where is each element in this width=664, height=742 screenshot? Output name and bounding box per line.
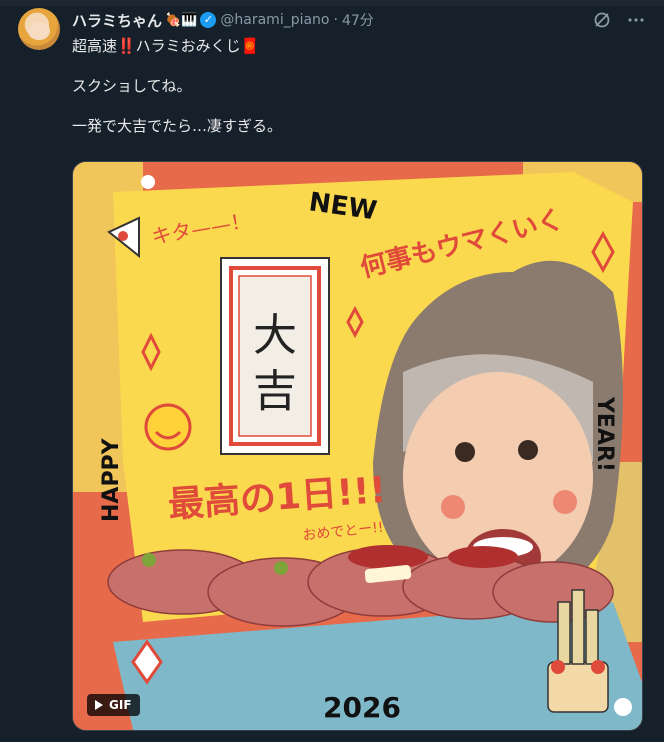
author-handle[interactable]: @harami_piano [220, 12, 329, 28]
text-year-number: 2026 [323, 691, 401, 724]
meta-separator: · [333, 12, 338, 28]
post-text-line: 一発で大吉でたら…凄すぎる。 [72, 117, 283, 135]
post-text: 超高速‼️ハラミおみくじ🧧 スクショしてね。 一発で大吉でたら…凄すぎる。 [72, 36, 632, 156]
media-illustration: 大 吉 NEW キタ——！ 何事もウマくいく HAPPY YEAR! 最高の1日… [73, 162, 642, 730]
post-actions-top [592, 10, 646, 30]
omikuji-card-bottom: 吉 [253, 366, 297, 417]
post-text-line: スクショしてね。 [72, 77, 192, 95]
post-media-gif[interactable]: 大 吉 NEW キタ——！ 何事もウマくいく HAPPY YEAR! 最高の1日… [72, 161, 643, 731]
gif-badge-label: GIF [109, 698, 132, 712]
gif-badge[interactable]: GIF [87, 694, 140, 716]
post-text-line: 超高速‼️ハラミおみくじ🧧 [72, 37, 260, 55]
previous-post-edge [0, 0, 664, 6]
avatar[interactable] [18, 8, 60, 50]
post-time[interactable]: 47分 [342, 10, 374, 30]
text-happy: HAPPY [99, 437, 124, 522]
more-icon[interactable] [626, 10, 646, 30]
author-name[interactable]: ハラミちゃん [72, 10, 162, 31]
grok-icon[interactable] [592, 10, 612, 30]
author-emoji: 🍖🎹 [165, 12, 198, 28]
omikuji-card-top: 大 [253, 310, 297, 361]
text-year: YEAR! [592, 396, 617, 472]
play-icon [95, 700, 103, 710]
verified-badge-icon: ✓ [200, 12, 217, 28]
post-header: ハラミちゃん 🍖🎹 ✓ @harami_piano · 47分 [72, 10, 374, 30]
